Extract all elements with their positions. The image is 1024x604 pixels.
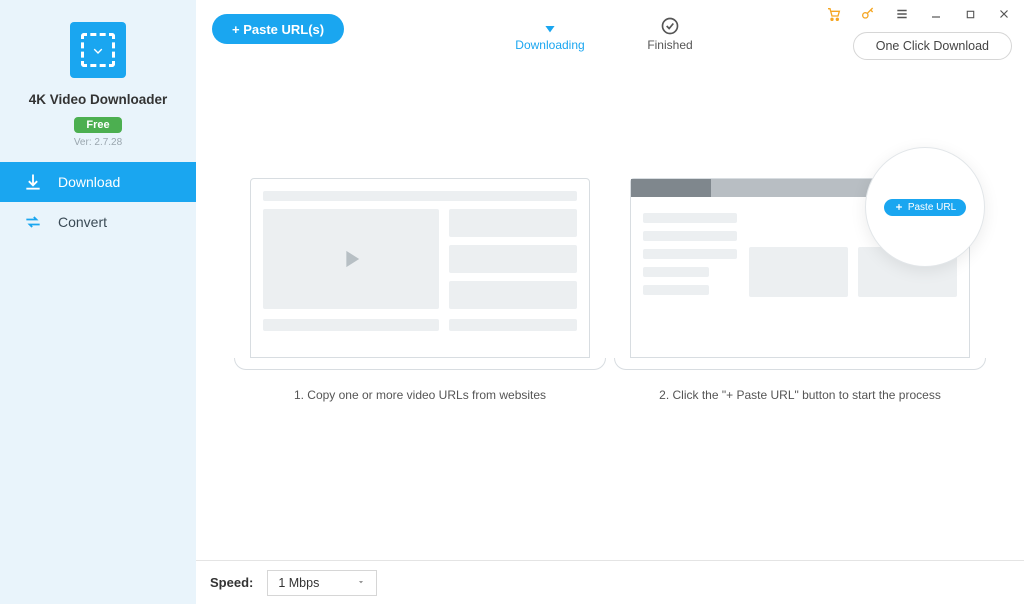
sidebar: 4K Video Downloader Free Ver: 2.7.28 Dow… — [0, 0, 196, 604]
speed-select[interactable]: 1 Mbps — [267, 570, 377, 596]
convert-icon — [22, 211, 44, 233]
paste-url-bubble: Paste URL — [865, 147, 985, 267]
footer-bar: Speed: 1 Mbps — [196, 560, 1024, 604]
paste-url-button[interactable]: + Paste URL(s) — [212, 14, 344, 44]
download-icon — [22, 171, 44, 193]
tab-finished[interactable]: Finished — [635, 14, 705, 52]
key-icon[interactable] — [860, 6, 876, 22]
checkmark-circle-icon — [660, 14, 680, 38]
app-title: 4K Video Downloader — [29, 92, 168, 107]
title-bar-right: One Click Download — [826, 6, 1012, 60]
maximize-icon[interactable] — [962, 6, 978, 22]
cart-icon[interactable] — [826, 6, 842, 22]
main-area: One Click Download + Paste URL(s) Downlo… — [196, 0, 1024, 604]
mini-paste-pill: Paste URL — [884, 199, 966, 216]
step1-caption: 1. Copy one or more video URLs from webs… — [294, 388, 546, 402]
sidebar-item-download[interactable]: Download — [0, 162, 196, 202]
version-label: Ver: 2.7.28 — [74, 137, 122, 148]
menu-icon[interactable] — [894, 6, 910, 22]
tab-downloading[interactable]: Downloading — [515, 14, 585, 52]
step-1: 1. Copy one or more video URLs from webs… — [250, 178, 590, 402]
laptop-illustration-1 — [250, 178, 590, 370]
step-2: Paste URL 2. Click the "+ Paste URL" but… — [630, 178, 970, 402]
play-icon — [263, 209, 439, 309]
app-window: 4K Video Downloader Free Ver: 2.7.28 Dow… — [0, 0, 1024, 604]
chevron-down-icon — [356, 576, 366, 590]
laptop-illustration-2: Paste URL — [630, 178, 970, 370]
tabs: Downloading Finished — [515, 0, 705, 58]
sidebar-item-label: Download — [58, 174, 120, 190]
sidebar-nav: Download Convert — [0, 162, 196, 242]
logo-block: 4K Video Downloader Free Ver: 2.7.28 — [0, 0, 196, 148]
onboarding-content: 1. Copy one or more video URLs from webs… — [196, 58, 1024, 560]
tab-label: Downloading — [515, 38, 584, 52]
tab-label: Finished — [647, 38, 692, 52]
app-logo-icon — [70, 22, 126, 78]
speed-label: Speed: — [210, 575, 253, 590]
bubble-label: Paste URL — [908, 202, 956, 213]
step2-caption: 2. Click the "+ Paste URL" button to sta… — [659, 388, 941, 402]
free-badge: Free — [74, 117, 121, 133]
sidebar-item-label: Convert — [58, 214, 107, 230]
minimize-icon[interactable] — [928, 6, 944, 22]
one-click-download-button[interactable]: One Click Download — [853, 32, 1012, 60]
speed-value: 1 Mbps — [278, 576, 319, 590]
download-arrow-icon — [539, 14, 561, 38]
sidebar-item-convert[interactable]: Convert — [0, 202, 196, 242]
close-icon[interactable] — [996, 6, 1012, 22]
